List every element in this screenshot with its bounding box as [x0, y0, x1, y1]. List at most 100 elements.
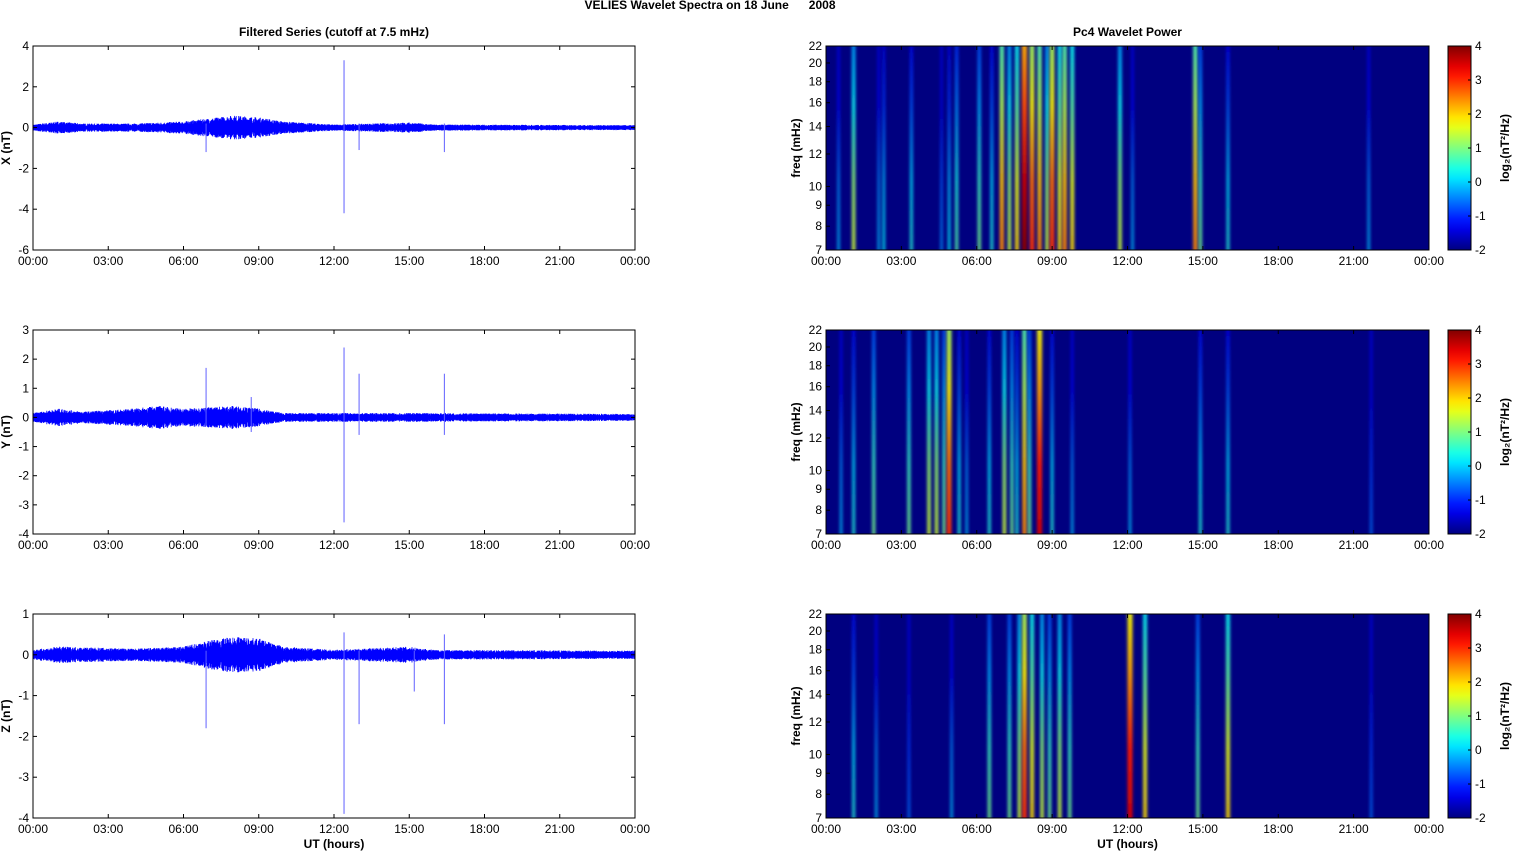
spectrum-streak [977, 46, 981, 250]
y-tick-label: 0 [22, 648, 29, 662]
spectrum-streak [1370, 330, 1373, 534]
spectrum-streak [907, 330, 911, 534]
y-axis-label: freq (mHz) [789, 686, 803, 745]
spectrum-streak [1048, 614, 1052, 818]
x-tick-label: 09:00 [244, 822, 274, 836]
x-tick-label: 21:00 [1339, 822, 1369, 836]
spectrum-streak [837, 46, 840, 250]
y-axis-label: freq (mHz) [789, 118, 803, 177]
y-tick-label: 18 [809, 359, 823, 373]
colorbar-tick-label: 2 [1475, 391, 1482, 405]
spectrum-streak [852, 614, 855, 818]
x-tick-label: 21:00 [1339, 254, 1369, 268]
y-tick-label: 16 [809, 664, 823, 678]
spectrum-streak [990, 46, 994, 250]
x-tick-label: 06:00 [168, 538, 198, 552]
spectrum-streak [1017, 614, 1022, 818]
colorbar-tick-label: -2 [1475, 243, 1486, 257]
x-axis-label: UT (hours) [304, 837, 365, 851]
y-tick-label: 14 [809, 120, 823, 134]
spectrum-streak [940, 46, 943, 250]
x-tick-label: 18:00 [469, 538, 499, 552]
x-tick-label: 09:00 [244, 254, 274, 268]
spectrum-streak [852, 330, 855, 534]
x-tick-label: 06:00 [962, 254, 992, 268]
x-tick-label: 03:00 [886, 254, 916, 268]
colorbar-tick-label: 4 [1475, 39, 1482, 53]
spectrum-streak [875, 614, 878, 818]
y-tick-label: 9 [815, 198, 822, 212]
spectrum-streak [1022, 614, 1027, 818]
x-tick-label: 03:00 [886, 822, 916, 836]
spectrum-streak [1028, 330, 1031, 534]
x-tick-label: 12:00 [1112, 254, 1142, 268]
spectrum-streak [852, 46, 856, 250]
spectrum-streak [957, 330, 961, 534]
spectrum-streak [1015, 330, 1019, 534]
spectrum-streak [1226, 614, 1230, 818]
y-tick-label: 22 [809, 323, 823, 337]
spectrum-streak [1129, 330, 1132, 534]
figure: VELIES Wavelet Spectra on 18 June 2008 4… [0, 0, 1512, 851]
colorbar-tick-label: 1 [1475, 709, 1482, 723]
spectrum-streak [1226, 46, 1230, 250]
x-tick-label: 00:00 [620, 822, 650, 836]
x-tick-label: 06:00 [962, 538, 992, 552]
x-tick-label: 09:00 [1037, 822, 1067, 836]
heatmap-background [826, 330, 1429, 534]
x-tick-label: 00:00 [18, 254, 48, 268]
y-axis-label: Z (nT) [0, 699, 13, 732]
y-tick-label: 20 [809, 624, 823, 638]
y-axis-label: X (nT) [0, 131, 13, 165]
spectrum-streak [1045, 46, 1049, 250]
spectrum-streak [907, 614, 910, 818]
y-tick-label: -2 [18, 469, 29, 483]
x-tick-label: 00:00 [18, 538, 48, 552]
x-tick-label: 21:00 [545, 822, 575, 836]
x-tick-label: 00:00 [18, 822, 48, 836]
spectrum-streak [1062, 46, 1067, 250]
y-tick-label: 14 [809, 404, 823, 418]
y-tick-label: 9 [815, 766, 822, 780]
x-tick-label: 15:00 [394, 254, 424, 268]
spectrum-streak [999, 46, 1004, 250]
x-tick-label: 06:00 [168, 822, 198, 836]
colorbar-tick-label: 0 [1475, 175, 1482, 189]
y-tick-label: -1 [18, 440, 29, 454]
y-tick-label: 0 [22, 121, 29, 135]
colorbar [1447, 45, 1472, 251]
x-tick-label: 15:00 [394, 538, 424, 552]
plot-area [33, 614, 635, 818]
spectrum-streak [1198, 46, 1202, 250]
y-tick-label: 2 [22, 80, 29, 94]
spectrum-streak [1021, 46, 1028, 250]
y-tick-label: 16 [809, 96, 823, 110]
spectrum-streak [1002, 330, 1006, 534]
colorbar-tick-label: -2 [1475, 527, 1486, 541]
plot-area [33, 46, 635, 250]
spectrum-streak [1118, 46, 1122, 250]
colorbar-tick-label: 0 [1475, 743, 1482, 757]
y-tick-label: 10 [809, 747, 823, 761]
x-tick-label: 12:00 [1112, 538, 1142, 552]
spectrum-streak [946, 330, 952, 534]
colorbar-tick-label: 1 [1475, 425, 1482, 439]
x-tick-label: 15:00 [1188, 538, 1218, 552]
spectrum-streak [877, 46, 880, 250]
x-tick-label: 12:00 [1112, 822, 1142, 836]
x-tick-label: 03:00 [93, 538, 123, 552]
spectrum-streak [1030, 614, 1034, 818]
y-tick-label: 14 [809, 688, 823, 702]
x-tick-label: 00:00 [811, 254, 841, 268]
x-tick-label: 09:00 [244, 538, 274, 552]
spectrum-streak [1226, 330, 1230, 534]
spectrum-streak [1037, 46, 1042, 250]
spectrum-streak [1049, 46, 1055, 250]
colorbar-tick-label: 1 [1475, 141, 1482, 155]
spectrum-streak [927, 330, 931, 534]
spectrum-streak [987, 614, 991, 818]
y-tick-label: 18 [809, 643, 823, 657]
spectrum-streak [1050, 330, 1054, 534]
x-tick-label: 15:00 [1188, 254, 1218, 268]
spectrum-streak [1370, 614, 1373, 818]
